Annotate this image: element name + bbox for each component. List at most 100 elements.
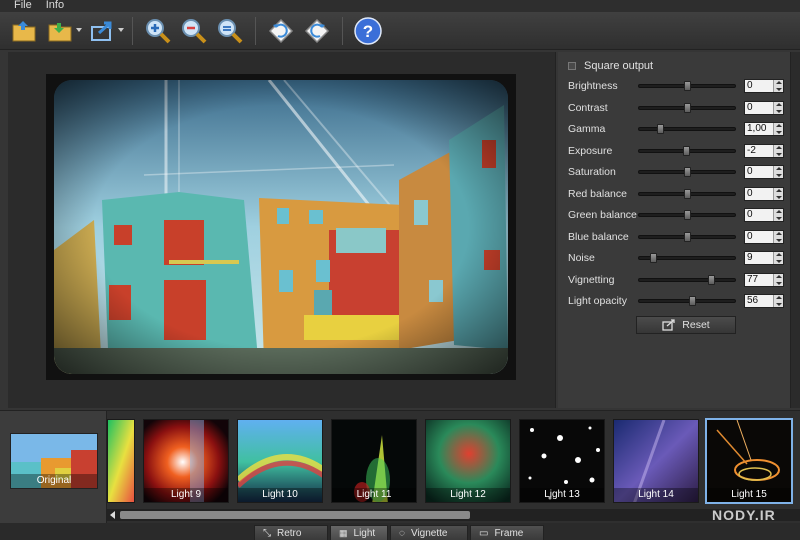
spin-arrows-icon[interactable] (773, 144, 783, 157)
watermark: NODY.IR (712, 507, 776, 523)
effect-label: Light 14 (614, 488, 698, 502)
frame-icon: ▭ (479, 527, 489, 539)
image-canvas[interactable] (8, 52, 556, 408)
adjustment-slider[interactable] (638, 188, 736, 199)
spin-arrows-icon[interactable] (773, 273, 783, 286)
reset-button[interactable]: Reset (636, 316, 736, 334)
slider-thumb[interactable] (650, 253, 657, 263)
adjustment-slider[interactable] (638, 296, 736, 306)
value-spinbox[interactable]: -2 (744, 143, 784, 158)
panel-scrollbar[interactable] (790, 52, 800, 408)
spin-arrows-icon[interactable] (773, 295, 783, 307)
value-spinbox[interactable]: 56 (744, 294, 784, 308)
adjustment-label: Gamma (568, 123, 606, 135)
save-button[interactable] (46, 16, 82, 46)
spinbox-value: 0 (747, 166, 753, 177)
effect-thumbnail[interactable]: Light 9 (143, 419, 229, 503)
zoom-in-button[interactable] (143, 16, 173, 46)
zoom-fit-button[interactable] (215, 16, 245, 46)
value-spinbox[interactable]: 77 (744, 272, 784, 287)
slider-thumb[interactable] (708, 274, 715, 285)
effect-thumbnail[interactable]: Light 14 (613, 419, 699, 503)
adjustment-slider[interactable] (638, 253, 736, 263)
value-spinbox[interactable]: 0 (744, 165, 784, 179)
adjustment-slider[interactable] (638, 210, 736, 220)
menu-info[interactable]: Info (46, 0, 64, 12)
square-output-row[interactable]: Square output (568, 60, 653, 72)
adjustment-slider[interactable] (638, 124, 736, 134)
adjustment-label: Light opacity (568, 295, 627, 307)
effect-thumbnail[interactable]: Light 12 (425, 419, 511, 503)
slider-thumb[interactable] (684, 167, 691, 177)
open-folder-icon (12, 20, 36, 41)
export-button[interactable] (88, 16, 124, 46)
square-output-checkbox[interactable] (568, 62, 576, 70)
spinbox-value: 0 (747, 230, 753, 242)
tab-label: Light (353, 527, 376, 539)
gallery-scrollbar[interactable] (106, 509, 800, 521)
menubar: File Info (0, 0, 800, 12)
square-output-label: Square output (584, 60, 654, 72)
slider-thumb[interactable] (684, 188, 691, 199)
effect-thumbnail[interactable]: Light 10 (237, 419, 323, 503)
slider-thumb[interactable] (657, 124, 664, 134)
spinbox-value: 0 (747, 80, 753, 91)
tab-light[interactable]: ▦ Light (330, 525, 388, 540)
slider-thumb[interactable] (683, 145, 690, 156)
adjustment-label: Red balance (568, 187, 627, 200)
effect-thumbnail-selected[interactable]: Light 15 (705, 418, 793, 504)
spin-arrows-icon[interactable] (773, 80, 783, 92)
slider-thumb[interactable] (684, 102, 691, 113)
save-dropdown-caret[interactable] (76, 27, 82, 32)
spinbox-value: 0 (747, 209, 753, 220)
slider-thumb[interactable] (684, 210, 691, 220)
spinbox-value: 1,00 (747, 123, 767, 134)
adjustment-label: Green balance (568, 209, 637, 221)
scroll-left-arrow[interactable] (110, 511, 115, 519)
adjustment-slider[interactable] (638, 231, 736, 242)
scroll-thumb[interactable] (120, 511, 470, 519)
value-spinbox[interactable]: 0 (744, 208, 784, 222)
help-button[interactable]: ? (353, 16, 383, 46)
spin-arrows-icon[interactable] (773, 187, 783, 200)
value-spinbox[interactable]: 0 (744, 79, 784, 93)
rotate-right-button[interactable] (302, 16, 332, 46)
retro-icon: ⤡ (263, 527, 271, 539)
value-spinbox[interactable]: 9 (744, 251, 784, 265)
slider-thumb[interactable] (684, 231, 691, 242)
spin-arrows-icon[interactable] (773, 101, 783, 114)
tab-label: Frame (494, 527, 524, 539)
export-dropdown-caret[interactable] (118, 27, 124, 32)
adjustment-label: Saturation (568, 166, 616, 178)
spin-arrows-icon[interactable] (773, 230, 783, 243)
adjustment-slider[interactable] (638, 167, 736, 177)
adjustment-row: Exposure -2 (568, 143, 786, 159)
effect-thumbnail[interactable]: Light 13 (519, 419, 605, 503)
effect-thumbnail-partial[interactable] (107, 419, 135, 503)
original-thumbnail[interactable]: Original (10, 433, 98, 489)
spin-arrows-icon[interactable] (773, 209, 783, 221)
spin-arrows-icon[interactable] (773, 252, 783, 264)
spin-arrows-icon[interactable] (773, 123, 783, 135)
effects-gallery: Light 9 Light 10 Light 11 Light 12 Light… (106, 411, 800, 523)
menu-file[interactable]: File (14, 0, 32, 12)
effect-thumbnail[interactable]: Light 11 (331, 419, 417, 503)
value-spinbox[interactable]: 0 (744, 100, 784, 115)
rotate-left-button[interactable] (266, 16, 296, 46)
open-button[interactable] (10, 16, 40, 46)
adjustment-slider[interactable] (638, 274, 736, 285)
value-spinbox[interactable]: 0 (744, 229, 784, 244)
tab-vignette[interactable]: ◌ Vignette (390, 525, 468, 540)
adjustment-slider[interactable] (638, 102, 736, 113)
value-spinbox[interactable]: 0 (744, 186, 784, 201)
adjustment-slider[interactable] (638, 145, 736, 156)
spin-arrows-icon[interactable] (773, 166, 783, 178)
adjustment-slider[interactable] (638, 81, 736, 91)
category-tabs: ⤡ Retro ▦ Light ◌ Vignette ▭ Frame (0, 523, 800, 540)
zoom-out-button[interactable] (179, 16, 209, 46)
tab-retro[interactable]: ⤡ Retro (254, 525, 328, 540)
slider-thumb[interactable] (689, 296, 696, 306)
value-spinbox[interactable]: 1,00 (744, 122, 784, 136)
tab-frame[interactable]: ▭ Frame (470, 525, 544, 540)
slider-thumb[interactable] (684, 81, 691, 91)
